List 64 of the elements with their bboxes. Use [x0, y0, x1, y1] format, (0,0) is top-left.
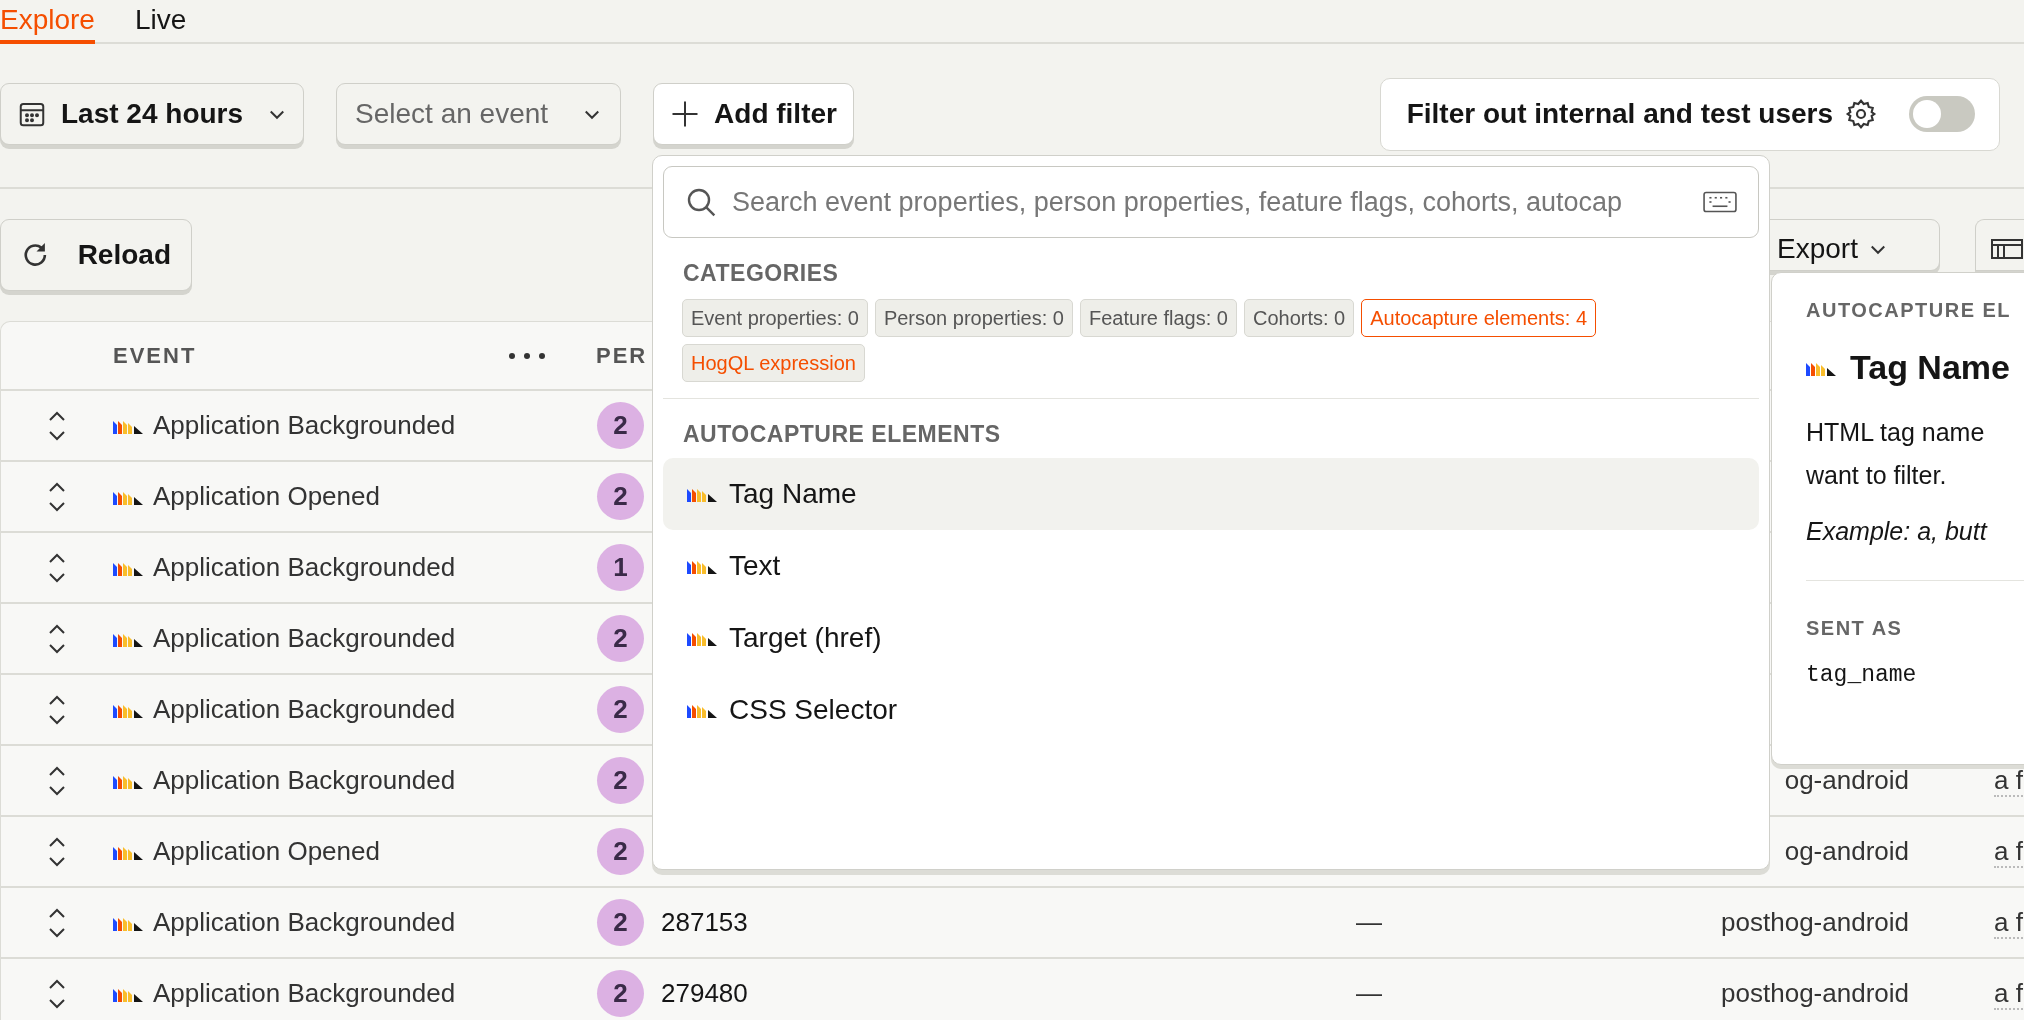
- category-tag[interactable]: Cohorts: 0: [1243, 299, 1355, 337]
- person-avatar: 2: [597, 473, 644, 520]
- keyboard-icon: [1703, 191, 1737, 213]
- table-cell: —: [1356, 978, 1382, 1008]
- description-text: HTML tag name: [1806, 417, 1986, 448]
- example-text: Example: a, butt: [1806, 517, 1989, 546]
- search-field[interactable]: Search event properties, person properties, feature flags, cohorts, autocap: [663, 166, 1759, 238]
- person-avatar: 2: [597, 686, 644, 733]
- person-avatar: 2: [597, 970, 644, 1017]
- logo-icon: [687, 486, 717, 502]
- more-icon[interactable]: [508, 351, 546, 360]
- person-avatar: 2: [597, 828, 644, 875]
- table-cell: a f: [1994, 836, 2023, 868]
- toggle-switch[interactable]: [1909, 96, 1975, 132]
- person-avatar: 2: [597, 402, 644, 449]
- event-name: Application Backgrounded: [153, 978, 456, 1009]
- search-icon: [685, 186, 717, 218]
- property-title: Tag Name: [1850, 348, 2010, 387]
- columns-button[interactable]: [1975, 219, 2024, 271]
- table-cell: a f: [1994, 978, 2023, 1010]
- table-cell: posthog-android: [1721, 978, 1909, 1008]
- description-text: want to filter.: [1806, 460, 1948, 491]
- column-header: PER: [595, 342, 649, 369]
- tab[interactable]: Live: [134, 4, 229, 44]
- person-avatar: 1: [597, 544, 644, 591]
- property-item[interactable]: Tag Name: [663, 458, 1759, 530]
- event-name: Application Backgrounded: [153, 765, 456, 796]
- table-cell: —: [1356, 907, 1382, 937]
- plus-icon: [670, 99, 701, 129]
- table-cell: 279480: [661, 978, 748, 1008]
- table-cell: 287153: [661, 907, 748, 937]
- sent-as-label: SENT AS: [1806, 617, 1904, 640]
- column-header: EVENT: [113, 342, 197, 369]
- table-cell: og-android: [1784, 765, 1909, 795]
- event-name: Application Backgrounded: [153, 694, 456, 725]
- sent-as-value: tag_name: [1806, 662, 1918, 688]
- person-avatar: 2: [597, 615, 644, 662]
- event-name: Application Backgrounded: [153, 410, 456, 441]
- property-item[interactable]: Target (href): [663, 602, 1759, 674]
- section-title: CATEGORIES: [683, 260, 840, 287]
- property-item[interactable]: CSS Selector: [663, 674, 1759, 746]
- person-avatar: 2: [597, 899, 644, 946]
- category-tag[interactable]: Autocapture elements: 4: [1361, 299, 1596, 337]
- logo-icon: [687, 702, 717, 718]
- event-name: Application Opened: [153, 481, 380, 512]
- category-tag[interactable]: Person properties: 0: [874, 299, 1073, 337]
- event-name: Application Opened: [153, 836, 380, 867]
- category-tag[interactable]: Feature flags: 0: [1080, 299, 1237, 337]
- category-tag[interactable]: Event properties: 0: [682, 299, 868, 337]
- category-label: AUTOCAPTURE EL: [1806, 299, 2013, 322]
- table-cell: posthog-android: [1721, 907, 1909, 937]
- settings-icon[interactable]: [1845, 98, 1877, 130]
- toggle-label: Filter out internal and test users: [1406, 98, 1833, 130]
- property-item[interactable]: Text: [663, 530, 1759, 602]
- section-title: AUTOCAPTURE ELEMENTS: [683, 421, 1002, 448]
- table-icon: [1990, 237, 2024, 261]
- logo-icon: [687, 630, 717, 646]
- logo-icon: [687, 558, 717, 574]
- table-cell: a f: [1994, 907, 2023, 939]
- event-name: Application Backgrounded: [153, 623, 456, 654]
- event-name: Application Backgrounded: [153, 552, 456, 583]
- person-avatar: 2: [597, 757, 644, 804]
- event-name: Application Backgrounded: [153, 907, 456, 938]
- table-cell: og-android: [1784, 836, 1909, 866]
